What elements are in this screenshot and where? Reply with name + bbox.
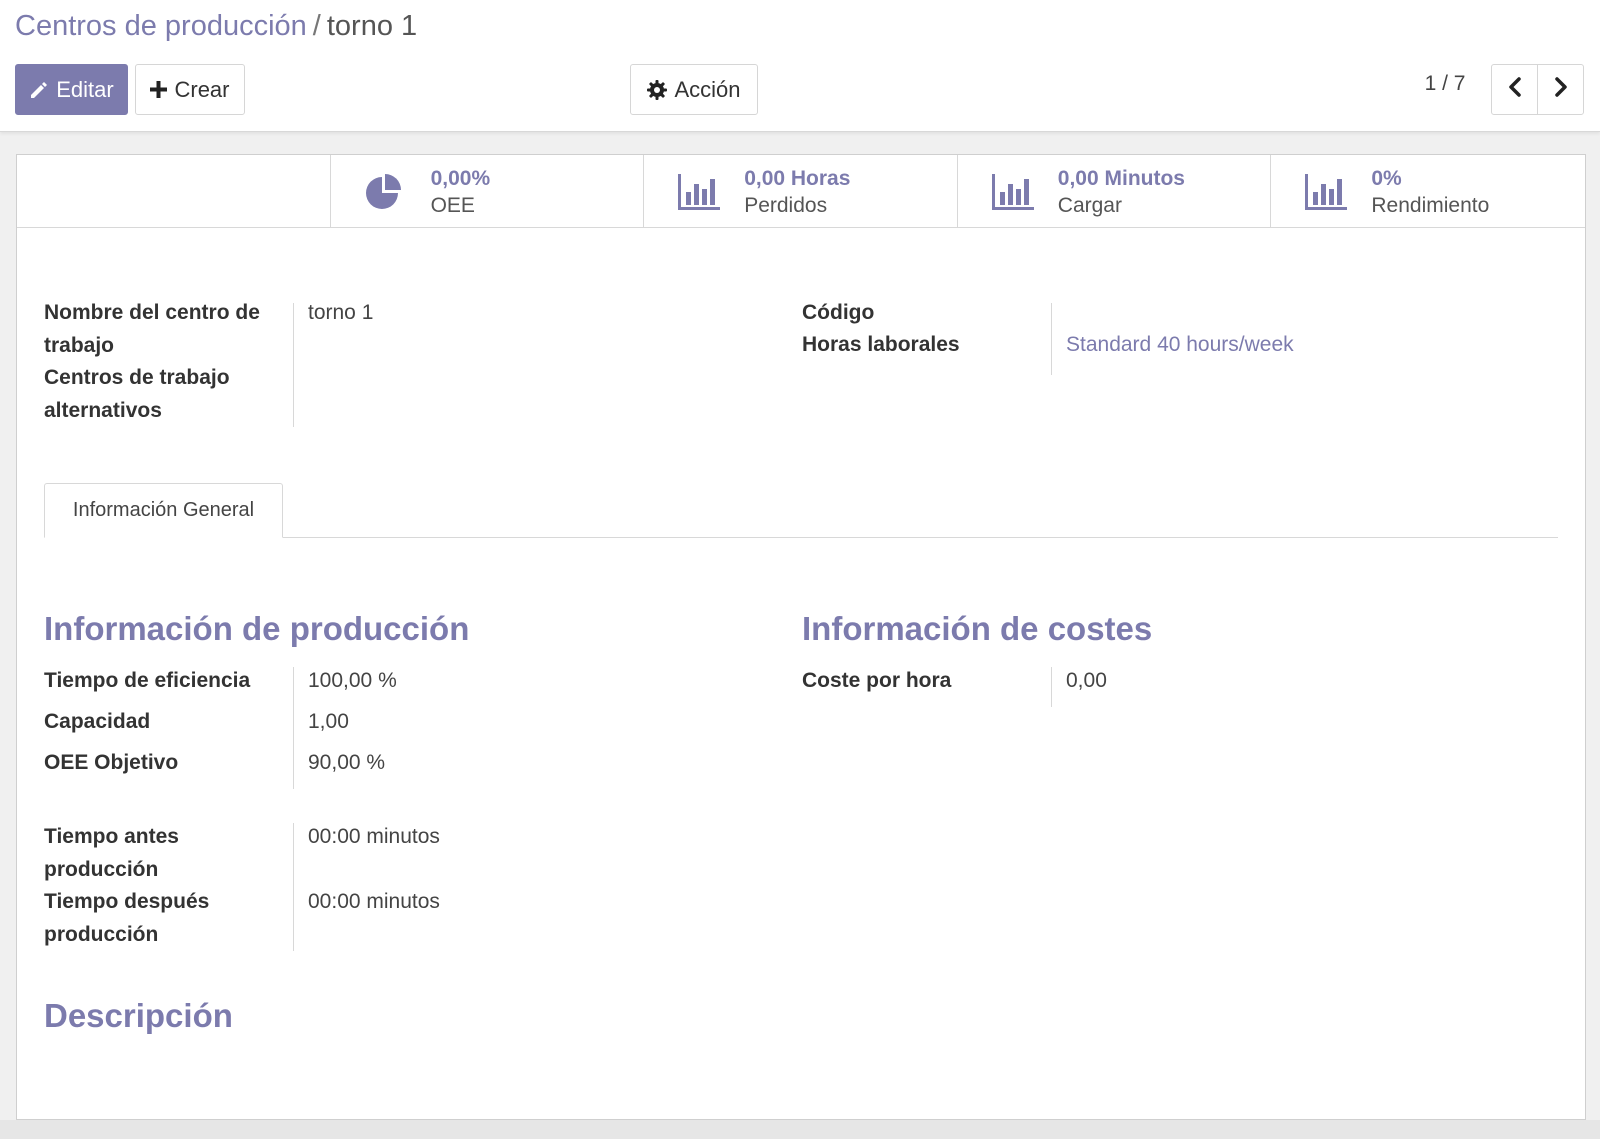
pie-chart-icon xyxy=(365,174,403,217)
smart-button-box: 0,00% OEE 0,00 Horas Perdidos 0,00 Minut… xyxy=(17,155,1585,228)
oee-stat-button[interactable]: 0,00% OEE xyxy=(331,155,645,228)
gear-icon xyxy=(647,79,668,100)
time-after-production-label: Tiempo después producción xyxy=(44,890,210,946)
action-button[interactable]: Acción xyxy=(630,64,758,115)
field-separator xyxy=(293,667,294,789)
load-minutes-stat-label: Cargar xyxy=(1057,194,1122,217)
description-title: Descripción xyxy=(44,997,233,1034)
cost-per-hour-value[interactable]: 0,00 xyxy=(1066,664,1107,697)
edit-button-label: Editar xyxy=(56,76,114,102)
load-minutes-stat-value: 0,00 Minutos xyxy=(1057,167,1185,190)
oee-stat-label: OEE xyxy=(430,194,475,217)
tab-general-information[interactable]: Información General xyxy=(44,483,283,538)
control-panel: Centros de producción / torno 1 Editar Cre… xyxy=(0,0,1600,132)
create-button[interactable]: Crear xyxy=(135,64,245,115)
capacity-label: Capacidad xyxy=(44,710,151,733)
performance-stat-button[interactable]: 0% Rendimiento xyxy=(1271,155,1585,228)
bar-chart-icon xyxy=(991,174,1034,215)
time-after-production-value[interactable]: 00:00 minutos xyxy=(308,885,440,918)
cost-per-hour-label: Coste por hora xyxy=(802,669,952,692)
bar-chart-icon xyxy=(1305,174,1348,215)
performance-stat-value: 0% xyxy=(1371,167,1402,190)
edit-button[interactable]: Editar xyxy=(15,64,128,115)
production-info-title: Información de producción xyxy=(44,610,470,647)
working-hours-link[interactable]: Standard 40 hours/week xyxy=(1066,328,1294,361)
cost-info-title: Información de costes xyxy=(802,610,1153,647)
breadcrumb-current: torno 1 xyxy=(326,10,418,42)
lost-hours-stat-button[interactable]: 0,00 Horas Perdidos xyxy=(644,155,958,228)
load-minutes-stat-button[interactable]: 0,00 Minutos Cargar xyxy=(958,155,1272,228)
time-before-production-label: Tiempo antes producción xyxy=(44,825,179,881)
pager-value[interactable]: 1 / 7 xyxy=(1420,72,1470,96)
lost-hours-stat-label: Perdidos xyxy=(744,194,828,217)
pager-next-button[interactable] xyxy=(1537,64,1584,115)
plus-icon xyxy=(150,81,168,98)
efficiency-time-value[interactable]: 100,00 % xyxy=(308,664,397,697)
pager-previous-button[interactable] xyxy=(1491,64,1538,115)
capacity-value[interactable]: 1,00 xyxy=(308,705,349,738)
workcenter-name-label: Nombre del centro de trabajo xyxy=(44,301,260,357)
field-separator xyxy=(1051,667,1052,707)
bar-chart-icon xyxy=(678,174,721,215)
form-sheet: 0,00% OEE 0,00 Horas Perdidos 0,00 Minut… xyxy=(16,154,1586,1120)
workcenter-name-value[interactable]: torno 1 xyxy=(308,296,373,329)
code-label: Código xyxy=(802,301,875,324)
chevron-left-icon xyxy=(1508,77,1522,102)
breadcrumb-parent-link[interactable]: Centros de producción xyxy=(15,10,307,42)
oee-target-label: OEE Objetivo xyxy=(44,751,179,774)
page-bottom-strip xyxy=(0,1120,1600,1139)
action-button-label: Acción xyxy=(674,76,741,102)
lost-hours-stat-value: 0,00 Horas xyxy=(744,167,851,190)
chevron-right-icon xyxy=(1554,77,1568,102)
alternative-workcenters-label: Centros de trabajo alternativos xyxy=(44,366,230,422)
button-box-spacer xyxy=(17,155,331,227)
oee-stat-value: 0,00% xyxy=(430,167,491,190)
field-separator xyxy=(293,303,294,427)
field-separator xyxy=(1051,303,1052,375)
field-separator xyxy=(293,823,294,951)
oee-target-value[interactable]: 90,00 % xyxy=(308,746,385,779)
efficiency-time-label: Tiempo de eficiencia xyxy=(44,669,251,692)
pencil-icon xyxy=(29,80,49,100)
time-before-production-value[interactable]: 00:00 minutos xyxy=(308,820,440,853)
performance-stat-label: Rendimiento xyxy=(1371,194,1490,217)
working-hours-label: Horas laborales xyxy=(802,333,960,356)
create-button-label: Crear xyxy=(174,76,230,102)
breadcrumb: Centros de producción / torno 1 xyxy=(15,8,417,44)
breadcrumb-separator: / xyxy=(312,10,321,42)
